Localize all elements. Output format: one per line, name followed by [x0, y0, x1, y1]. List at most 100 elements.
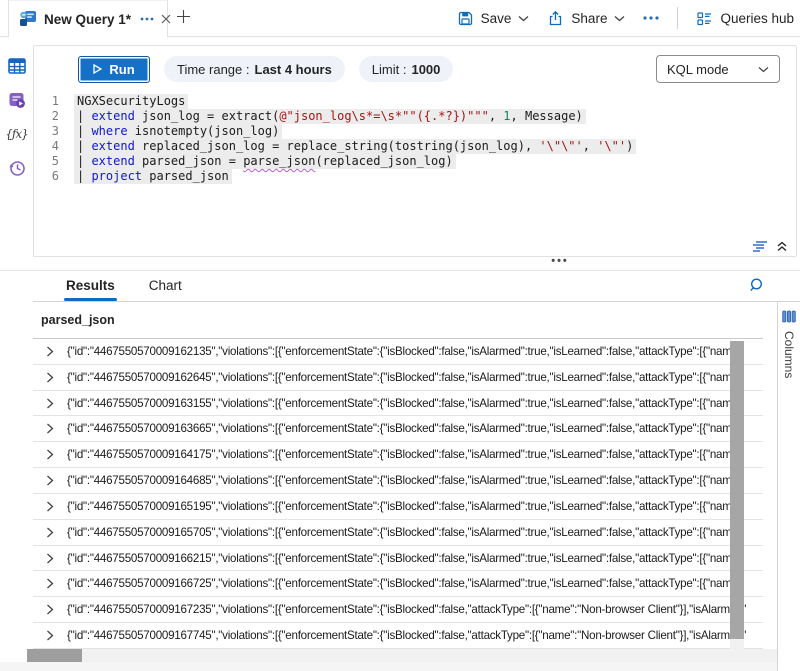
kql-mode-dropdown[interactable]: KQL mode	[656, 55, 780, 83]
code-line-text: | extend parsed_json = parse_json(replac…	[74, 154, 456, 169]
time-range-value: Last 4 hours	[255, 62, 332, 77]
table-row[interactable]: {"id":"4467550570009164685","violations"…	[33, 468, 763, 494]
column-header-parsed-json[interactable]: parsed_json	[33, 302, 763, 339]
tab-chart[interactable]: Chart	[147, 278, 184, 301]
row-json-text: {"id":"4467550570009167745","violations"…	[67, 629, 746, 642]
run-label: Run	[109, 62, 134, 77]
columns-panel-tab[interactable]: Columns	[777, 302, 800, 671]
time-range-pill[interactable]: Time range : Last 4 hours	[164, 56, 345, 82]
save-label: Save	[481, 11, 512, 26]
table-row[interactable]: {"id":"4467550570009165195","violations"…	[33, 494, 763, 520]
query-history-icon[interactable]	[0, 151, 33, 185]
code-line-text: NGXSecurityLogs	[74, 94, 188, 109]
code-line[interactable]: 5| extend parsed_json = parse_json(repla…	[34, 154, 796, 169]
horizontal-scrollbar-thumb[interactable]	[27, 649, 82, 662]
share-label: Share	[571, 11, 607, 26]
horizontal-scrollbar[interactable]	[27, 649, 777, 662]
more-actions-icon[interactable]	[643, 16, 659, 20]
tab-more-icon[interactable]	[140, 17, 154, 21]
code-line-text: | project parsed_json	[74, 169, 232, 184]
row-expand-chevron-icon[interactable]	[33, 372, 67, 383]
time-range-label: Time range :	[177, 62, 250, 77]
row-expand-chevron-icon[interactable]	[33, 604, 67, 615]
vertical-scrollbar[interactable]	[730, 341, 744, 651]
code-line-text: | extend replaced_json_log = replace_str…	[74, 139, 636, 154]
line-number: 1	[34, 94, 74, 109]
tab-close-icon[interactable]	[161, 14, 171, 24]
vertical-scrollbar-thumb[interactable]	[730, 341, 744, 639]
line-number: 5	[34, 154, 74, 169]
row-json-text: {"id":"4467550570009167235","violations"…	[67, 603, 746, 616]
code-line-text: | where isnotempty(json_log)	[74, 124, 282, 139]
save-icon	[457, 10, 474, 27]
row-json-text: {"id":"4467550570009162645","violations"…	[67, 371, 745, 384]
query-toolbar: Run Time range : Last 4 hours Limit : 10…	[34, 46, 796, 83]
new-tab-button[interactable]	[176, 9, 191, 29]
share-chevron-down-icon[interactable]	[614, 15, 625, 22]
row-json-text: {"id":"4467550570009166725","violations"…	[67, 577, 745, 590]
table-row[interactable]: {"id":"4467550570009167745","violations"…	[33, 623, 763, 649]
header-divider	[677, 7, 678, 29]
row-expand-chevron-icon[interactable]	[33, 630, 67, 641]
row-json-text: {"id":"4467550570009164175","violations"…	[67, 448, 745, 461]
table-row[interactable]: {"id":"4467550570009166725","violations"…	[33, 571, 763, 597]
line-number: 2	[34, 109, 74, 124]
panel-splitter-handle[interactable]: •••	[540, 255, 580, 267]
row-json-text: {"id":"4467550570009165705","violations"…	[67, 526, 745, 539]
results-panel: Results Chart parsed_json {"id":"4467550…	[0, 270, 800, 671]
queries-hub-button[interactable]: Queries hub	[696, 10, 794, 27]
table-row[interactable]: {"id":"4467550570009167235","violations"…	[33, 597, 763, 623]
tab-results[interactable]: Results	[64, 278, 117, 301]
save-button[interactable]: Save	[457, 10, 530, 27]
limit-pill[interactable]: Limit : 1000	[359, 56, 454, 82]
columns-panel-label: Columns	[782, 331, 796, 378]
row-json-text: {"id":"4467550570009163155","violations"…	[67, 397, 745, 410]
search-icon[interactable]	[749, 277, 766, 299]
query-tab[interactable]: New Query 1*	[8, 0, 168, 37]
table-row[interactable]: {"id":"4467550570009166215","violations"…	[33, 546, 763, 572]
row-expand-chevron-icon[interactable]	[33, 578, 67, 589]
row-json-text: {"id":"4467550570009164685","violations"…	[67, 474, 745, 487]
row-expand-chevron-icon[interactable]	[33, 346, 67, 357]
code-line[interactable]: 3| where isnotempty(json_log)	[34, 124, 796, 139]
limit-label: Limit :	[372, 62, 407, 77]
functions-icon[interactable]: {ƒx}	[0, 117, 33, 151]
line-number: 6	[34, 169, 74, 184]
table-row[interactable]: {"id":"4467550570009165705","violations"…	[33, 520, 763, 546]
row-expand-chevron-icon[interactable]	[33, 475, 67, 486]
code-line[interactable]: 4| extend replaced_json_log = replace_st…	[34, 139, 796, 154]
header-actions: Save Share	[457, 0, 794, 36]
results-tab-bar: Results Chart	[33, 271, 800, 302]
collapse-editor-icon[interactable]	[776, 240, 788, 252]
row-expand-chevron-icon[interactable]	[33, 449, 67, 460]
table-row[interactable]: {"id":"4467550570009162645","violations"…	[33, 365, 763, 391]
code-line[interactable]: 1NGXSecurityLogs	[34, 94, 796, 109]
code-line[interactable]: 2| extend json_log = extract(@"json_log\…	[34, 109, 796, 124]
table-row[interactable]: {"id":"4467550570009162135","violations"…	[33, 339, 763, 365]
share-button[interactable]: Share	[547, 10, 625, 27]
row-json-text: {"id":"4467550570009166215","violations"…	[67, 552, 745, 565]
row-expand-chevron-icon[interactable]	[33, 553, 67, 564]
limit-value: 1000	[411, 62, 440, 77]
format-lines-icon[interactable]	[752, 240, 768, 252]
column-header-label: parsed_json	[41, 313, 115, 327]
columns-icon	[782, 310, 796, 323]
line-number: 3	[34, 124, 74, 139]
adx-logo-icon	[19, 10, 37, 28]
table-row[interactable]: {"id":"4467550570009164175","violations"…	[33, 442, 763, 468]
table-row[interactable]: {"id":"4467550570009163155","violations"…	[33, 391, 763, 417]
saved-queries-icon[interactable]	[0, 83, 33, 117]
code-lines[interactable]: 1NGXSecurityLogs2| extend json_log = ext…	[34, 94, 796, 184]
row-expand-chevron-icon[interactable]	[33, 501, 67, 512]
line-number: 4	[34, 139, 74, 154]
table-row[interactable]: {"id":"4467550570009163665","violations"…	[33, 416, 763, 442]
code-line[interactable]: 6| project parsed_json	[34, 169, 796, 184]
row-expand-chevron-icon[interactable]	[33, 423, 67, 434]
run-button[interactable]: Run	[78, 56, 150, 83]
tables-icon[interactable]	[0, 49, 33, 83]
row-json-text: {"id":"4467550570009163665","violations"…	[67, 422, 745, 435]
row-expand-chevron-icon[interactable]	[33, 398, 67, 409]
row-expand-chevron-icon[interactable]	[33, 527, 67, 538]
queries-hub-label: Queries hub	[720, 11, 794, 26]
save-chevron-down-icon[interactable]	[518, 15, 529, 22]
